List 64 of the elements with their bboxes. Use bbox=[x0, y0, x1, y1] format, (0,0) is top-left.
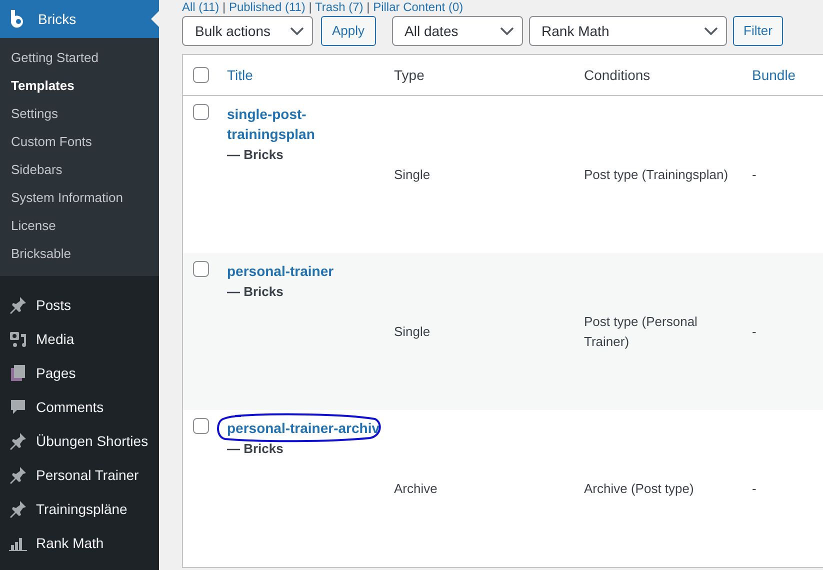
menu-item[interactable]: Übungen Shorties bbox=[0, 424, 159, 458]
status-link[interactable]: Published (11) bbox=[228, 0, 306, 14]
submenu-item[interactable]: Custom Fonts bbox=[0, 128, 159, 156]
submenu-item[interactable]: Templates bbox=[0, 72, 159, 100]
menu-item[interactable]: Personal Trainer bbox=[0, 458, 159, 492]
speech-bubble-icon bbox=[8, 397, 28, 417]
menu-item[interactable]: Rank Math bbox=[0, 526, 159, 560]
submenu-item[interactable]: System Information bbox=[0, 184, 159, 212]
post-title-link[interactable]: single-post-trainingsplan bbox=[227, 104, 387, 144]
post-state: — Bricks bbox=[227, 284, 284, 299]
dropdown[interactable]: Bulk actions bbox=[182, 16, 313, 46]
post-state: — Bricks bbox=[227, 441, 284, 456]
column-header: Type bbox=[394, 66, 424, 82]
status-link[interactable]: Trash (7) bbox=[315, 0, 364, 14]
separator: | bbox=[366, 0, 370, 14]
pages-icon bbox=[8, 363, 28, 383]
bundle-value: - bbox=[752, 480, 756, 496]
column-header[interactable]: Bundle bbox=[752, 66, 796, 82]
apply-button[interactable]: Apply bbox=[321, 16, 376, 46]
select-all-checkbox[interactable] bbox=[193, 67, 209, 83]
row-checkbox[interactable] bbox=[193, 104, 209, 120]
status-link[interactable]: Pillar Content (0) bbox=[373, 0, 464, 14]
pushpin-icon bbox=[8, 431, 28, 451]
row-checkbox[interactable] bbox=[193, 261, 209, 277]
menu-item[interactable]: Media bbox=[0, 322, 159, 356]
template-conditions: Archive (Post type) bbox=[584, 480, 694, 496]
template-conditions: Post type (Personal Trainer) bbox=[584, 314, 698, 348]
logo-icon bbox=[10, 10, 26, 28]
column-header[interactable]: Title bbox=[227, 66, 253, 82]
menu-item[interactable]: Comments bbox=[0, 390, 159, 424]
filter-button[interactable]: Filter bbox=[732, 16, 784, 46]
caret-icon bbox=[500, 27, 514, 35]
bundle-value: - bbox=[752, 324, 756, 339]
post-type: Single bbox=[394, 324, 430, 339]
template-conditions: Post type (Trainingsplan) bbox=[584, 166, 728, 182]
pushpin-icon bbox=[8, 295, 28, 315]
submenu-item[interactable]: Getting Started bbox=[0, 44, 159, 72]
submenu-item[interactable]: License bbox=[0, 212, 159, 240]
menu-item[interactable]: Posts bbox=[0, 288, 159, 322]
caret-icon bbox=[290, 27, 304, 35]
submenu-item[interactable]: Bricksable bbox=[0, 240, 159, 268]
post-type: Single bbox=[394, 166, 430, 182]
post-state: — Bricks bbox=[227, 147, 284, 162]
submenu-item[interactable]: Sidebars bbox=[0, 156, 159, 184]
separator: | bbox=[308, 0, 312, 14]
pushpin-icon bbox=[8, 465, 28, 485]
bundle-value: - bbox=[752, 166, 756, 182]
menu-item[interactable]: Trainingspläne bbox=[0, 492, 159, 526]
row-checkbox[interactable] bbox=[193, 418, 209, 434]
post-title-link[interactable]: personal-trainer bbox=[227, 261, 334, 281]
menu-item[interactable]: Pages bbox=[0, 356, 159, 390]
active-menu-item[interactable]: Bricks bbox=[0, 0, 159, 38]
dropdown[interactable]: All dates bbox=[392, 16, 523, 46]
menu-label: Bricks bbox=[38, 10, 76, 28]
status-link[interactable]: All (11) bbox=[182, 0, 220, 14]
separator: | bbox=[222, 0, 226, 14]
dropdown[interactable]: Rank Math bbox=[528, 16, 727, 46]
submenu-item[interactable]: Settings bbox=[0, 100, 159, 128]
column-header: Conditions bbox=[584, 66, 650, 82]
media-icon bbox=[8, 329, 28, 349]
caret-icon bbox=[704, 27, 718, 35]
post-title-link[interactable]: personal-trainer-archiv bbox=[227, 418, 380, 438]
post-type: Archive bbox=[394, 480, 438, 496]
pushpin-icon bbox=[8, 499, 28, 519]
